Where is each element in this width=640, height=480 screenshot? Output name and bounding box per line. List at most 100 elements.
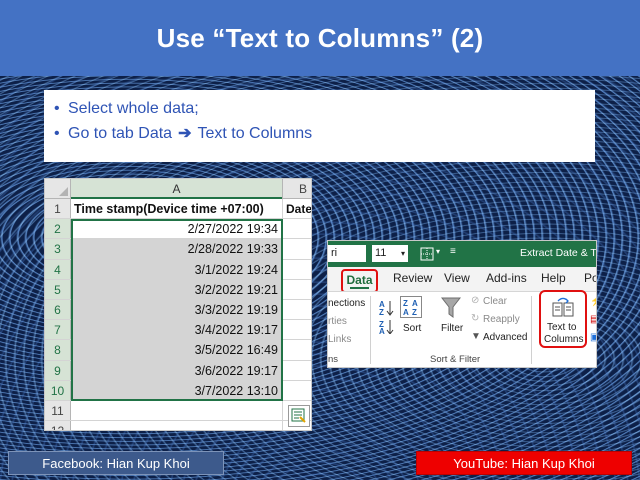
advanced-button[interactable]: Advanced (483, 332, 527, 343)
data-cell[interactable]: 2/28/2022 19:33 (71, 239, 283, 259)
bullet-text-2a: Go to tab Data (68, 125, 173, 142)
connections-group-label: ns (328, 354, 339, 365)
right-arrow-icon: ➔ (178, 125, 192, 142)
reapply-icon: ↻ (471, 313, 480, 324)
borders-icon[interactable] (420, 247, 434, 261)
svg-text:A: A (412, 299, 418, 308)
tab-add-ins[interactable]: Add-ins (486, 271, 527, 285)
row-number[interactable]: 1 (45, 199, 71, 219)
properties-button[interactable]: rties (328, 316, 347, 327)
table-row: 3 2/28/2022 19:33 (45, 239, 311, 260)
row-number[interactable]: 3 (45, 239, 71, 259)
chevron-down-icon[interactable]: ▾ (436, 247, 440, 256)
bullet-text-1: Select whole data; (68, 100, 199, 117)
slide-title-bar: Use “Text to Columns” (2) (0, 0, 640, 76)
quick-analysis-icon (291, 408, 306, 423)
svg-text:Z: Z (379, 308, 384, 317)
data-validation-icon[interactable]: ▣ (590, 332, 596, 343)
table-row: 11 (45, 401, 311, 422)
sort-button-icon-box[interactable]: Z A A Z (400, 296, 422, 318)
bullet-dot: • (54, 100, 60, 117)
row-number[interactable]: 7 (45, 320, 71, 340)
sort-label[interactable]: Sort (403, 323, 421, 334)
row-number[interactable]: 5 (45, 279, 71, 299)
bullet-text-2b: Text to Columns (197, 125, 313, 142)
edit-links-button[interactable]: Links (328, 334, 351, 345)
reapply-button[interactable]: Reapply (483, 314, 520, 325)
window-title: Extract Date & Time (520, 247, 597, 259)
instruction-box: • Select whole data; • Go to tab Data ➔ … (44, 90, 595, 162)
header-cell[interactable]: Time stamp(Device time +07:00) (71, 199, 283, 219)
youtube-badge[interactable]: YouTube: Hian Kup Khoi (416, 451, 632, 475)
row-number[interactable]: 12 (45, 421, 71, 430)
advanced-filter-icon: ▼ (471, 331, 481, 342)
table-row: 8 3/5/2022 16:49 (45, 340, 311, 361)
svg-text:A: A (379, 327, 385, 334)
table-row: 6 3/3/2022 19:19 (45, 300, 311, 321)
text-to-columns-highlight (539, 290, 587, 348)
svg-text:Z: Z (403, 299, 408, 308)
quick-access-toolbar: ri 11 ▾ ▾ ≡ Extract Date & Time (328, 241, 597, 267)
tab-data[interactable]: Data (341, 269, 378, 293)
header-cell-b[interactable]: Date (283, 199, 311, 218)
data-cell[interactable]: 3/4/2022 19:17 (71, 320, 283, 340)
bullet-item: • Go to tab Data ➔ Text to Columns (54, 121, 595, 146)
font-name-box[interactable]: ri (328, 245, 366, 262)
data-cell[interactable]: 3/7/2022 13:10 (71, 380, 283, 400)
tab-help[interactable]: Help (541, 271, 566, 285)
row-number[interactable]: 10 (45, 380, 71, 400)
tab-view[interactable]: View (444, 271, 470, 285)
row-number[interactable]: 2 (45, 219, 71, 239)
filter-label[interactable]: Filter (441, 323, 463, 334)
remove-duplicates-icon[interactable]: ▤ (590, 314, 596, 325)
clear-button[interactable]: Clear (483, 296, 507, 307)
customize-qat-icon[interactable]: ≡ (450, 246, 456, 257)
row-number[interactable]: 6 (45, 300, 71, 320)
data-cell[interactable]: 3/3/2022 19:19 (71, 300, 283, 320)
svg-text:A: A (403, 308, 409, 317)
spreadsheet: A B 1 Time stamp(Device time +07:00) Dat… (44, 178, 312, 431)
empty-cell[interactable] (71, 401, 283, 421)
flash-fill-icon[interactable]: ⚡ (590, 296, 596, 307)
table-row: 9 3/6/2022 19:17 (45, 360, 311, 381)
data-cell[interactable]: 3/6/2022 19:17 (71, 360, 283, 380)
table-row: 5 3/2/2022 19:21 (45, 279, 311, 300)
quick-analysis-button[interactable] (288, 405, 310, 427)
column-header-a[interactable]: A (71, 179, 283, 199)
data-cell[interactable]: 3/2/2022 19:21 (71, 279, 283, 299)
group-divider (370, 296, 371, 364)
excel-ribbon: ri 11 ▾ ▾ ≡ Extract Date & Time Data Rev… (327, 240, 597, 368)
row-number[interactable]: 9 (45, 360, 71, 380)
font-size-box[interactable]: 11 ▾ (372, 245, 408, 262)
select-all-corner[interactable] (45, 179, 71, 199)
empty-cell[interactable] (71, 421, 283, 430)
table-row: 1 Time stamp(Device time +07:00) Date (45, 199, 311, 220)
table-row: 4 3/1/2022 19:24 (45, 259, 311, 280)
filter-icon[interactable] (441, 296, 461, 320)
column-header-b[interactable]: B (283, 179, 311, 199)
table-row: 12 (45, 421, 311, 430)
tab-review[interactable]: Review (393, 271, 432, 285)
facebook-badge[interactable]: Facebook: Hian Kup Khoi (8, 451, 224, 475)
bullet-item: • Select whole data; (54, 96, 595, 121)
row-number[interactable]: 11 (45, 401, 71, 421)
tab-page-layout[interactable]: Po (584, 271, 596, 285)
data-cell[interactable]: 2/27/2022 19:34 (71, 219, 283, 239)
sort-az-button[interactable]: A Z Z A (378, 298, 394, 336)
chevron-down-icon: ▾ (400, 249, 405, 258)
data-cell[interactable]: 3/1/2022 19:24 (71, 259, 283, 279)
row-number[interactable]: 4 (45, 259, 71, 279)
sort-filter-group-label: Sort & Filter (430, 354, 481, 365)
table-row: 2 2/27/2022 19:34 (45, 219, 311, 240)
table-row: 7 3/4/2022 19:17 (45, 320, 311, 341)
svg-text:Z: Z (412, 308, 417, 317)
slide-title: Use “Text to Columns” (2) (156, 22, 484, 53)
data-cell[interactable]: 3/5/2022 16:49 (71, 340, 283, 360)
connections-button[interactable]: nections (328, 298, 365, 309)
table-row: 10 3/7/2022 13:10 (45, 380, 311, 401)
row-number[interactable]: 8 (45, 340, 71, 360)
font-size-value: 11 (375, 247, 387, 259)
group-divider (531, 296, 532, 364)
clear-icon: ⊘ (471, 295, 480, 306)
sort-icon: Z A A Z (403, 299, 418, 317)
